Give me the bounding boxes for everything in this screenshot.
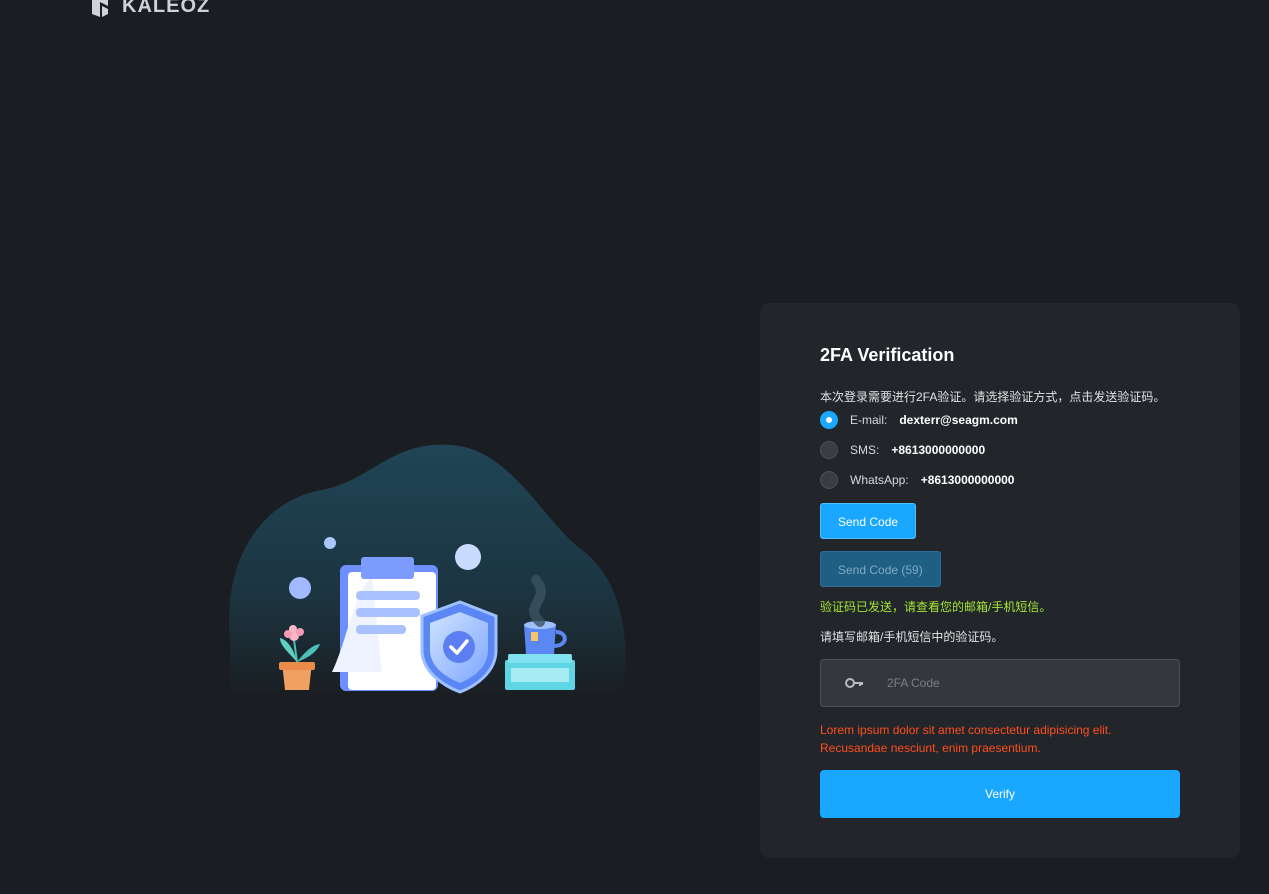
method-option-whatsapp[interactable]: WhatsApp: +8613000000000 — [820, 465, 1180, 495]
card-title: 2FA Verification — [820, 345, 955, 365]
method-option-email[interactable]: E-mail: dexterr@seagm.com — [820, 405, 1180, 435]
method-value: +8613000000000 — [891, 443, 986, 457]
send-code-countdown-button: Send Code (59) — [820, 551, 941, 587]
radio-email[interactable] — [820, 411, 838, 429]
brand-name: KALEOZ — [122, 0, 211, 17]
radio-sms[interactable] — [820, 441, 838, 459]
send-code-button[interactable]: Send Code — [820, 503, 917, 539]
method-label: E-mail: — [850, 413, 888, 427]
key-icon — [845, 678, 863, 688]
security-illustration — [228, 444, 626, 700]
instructions-text: 本次登录需要进行2FA验证。请选择验证方式，点击发送验证码。 — [820, 390, 1166, 404]
radio-whatsapp[interactable] — [820, 471, 838, 489]
fill-code-hint: 请填写邮箱/手机短信中的验证码。 — [820, 630, 1004, 644]
verify-button[interactable]: Verify — [820, 770, 1180, 818]
method-label: SMS: — [850, 443, 880, 457]
method-value: +8613000000000 — [920, 473, 1015, 487]
code-field[interactable] — [820, 659, 1180, 707]
kaleoz-logo-icon — [92, 0, 108, 17]
method-option-sms[interactable]: SMS: +8613000000000 — [820, 435, 1180, 465]
method-value: dexterr@seagm.com — [899, 413, 1018, 427]
code-sent-message: 验证码已发送，请查看您的邮箱/手机短信。 — [820, 600, 1052, 614]
method-label: WhatsApp: — [850, 473, 909, 487]
error-message: Lorem ipsum dolor sit amet consectetur a… — [820, 723, 1112, 755]
verification-card: 2FA Verification 本次登录需要进行2FA验证。请选择验证方式，点… — [760, 303, 1240, 858]
brand-logo[interactable]: KALEOZ — [88, 0, 210, 18]
2fa-code-input[interactable] — [887, 676, 1157, 690]
